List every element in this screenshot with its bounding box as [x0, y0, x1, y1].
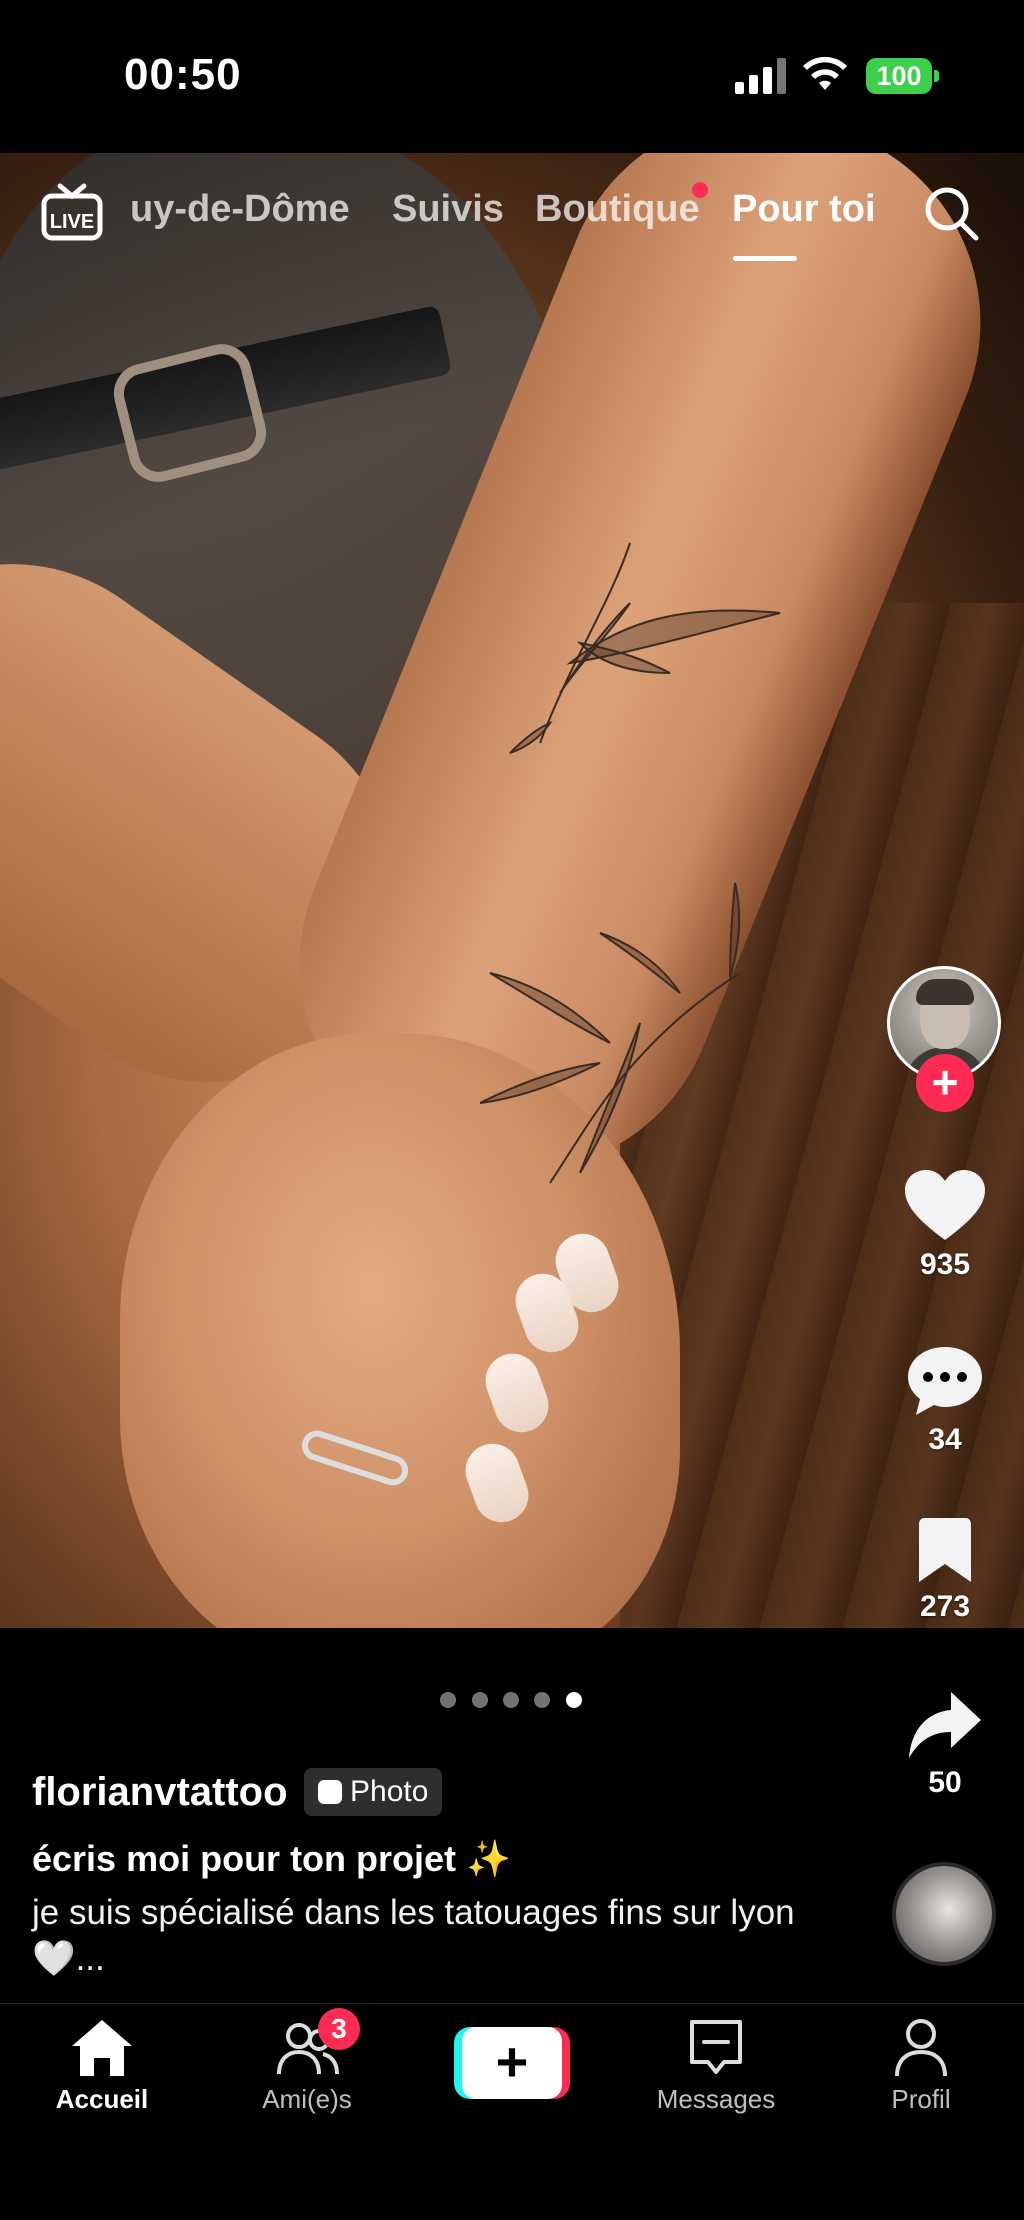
profile-icon — [895, 2019, 947, 2077]
comment-icon — [908, 1347, 982, 1415]
status-time: 00:50 — [124, 50, 242, 99]
nav-messages[interactable]: Messages — [636, 2018, 796, 2115]
plus-icon: + — [462, 2027, 562, 2099]
like-button[interactable]: 935 — [895, 1170, 995, 1282]
tab-for-you[interactable]: Pour toi — [732, 188, 876, 231]
nav-profile[interactable]: Profil — [841, 2018, 1001, 2115]
post-title: écris moi pour ton projet ✨ — [32, 1838, 511, 1879]
heart-icon — [905, 1170, 985, 1240]
tab-following[interactable]: Suivis — [392, 188, 504, 231]
active-tab-indicator — [733, 256, 797, 261]
carousel-dot[interactable] — [503, 1692, 519, 1708]
save-button[interactable]: 273 — [895, 1518, 995, 1624]
nav-friends-label: Ami(e)s — [262, 2084, 352, 2114]
post-photo[interactable] — [0, 153, 1024, 1628]
carousel-dot[interactable] — [472, 1692, 488, 1708]
comment-button[interactable]: 34 — [895, 1345, 995, 1457]
battery-level: 100 — [876, 61, 922, 91]
carousel-dot[interactable] — [534, 1692, 550, 1708]
messages-icon — [690, 2020, 742, 2074]
like-count: 935 — [919, 1248, 971, 1281]
battery-icon: 100 — [866, 58, 939, 94]
shop-notification-dot — [692, 182, 708, 198]
share-button[interactable]: 50 — [895, 1690, 995, 1800]
status-bar: 00:50 100 — [0, 0, 1024, 153]
photo-badge-label: Photo — [350, 1775, 429, 1808]
home-icon — [72, 2020, 132, 2076]
nav-home-label: Accueil — [55, 2084, 149, 2114]
nav-tabs: uy-de-Dôme Suivis Boutique Pour toi — [120, 188, 890, 248]
nav-friends[interactable]: Ami(e)s — [227, 2018, 387, 2115]
photo-icon — [318, 1780, 342, 1804]
top-nav: LIVE uy-de-Dôme Suivis Boutique Pour toi — [0, 160, 1024, 270]
carousel-dot-active[interactable] — [566, 1692, 582, 1708]
create-button[interactable]: + — [454, 2027, 570, 2099]
friends-notification-badge: 3 — [318, 2008, 360, 2050]
nav-messages-label: Messages — [656, 2084, 776, 2114]
svg-text:LIVE: LIVE — [50, 211, 94, 233]
comment-count: 34 — [928, 1423, 962, 1456]
post-description[interactable]: je suis spécialisé dans les tatouages fi… — [32, 1890, 872, 1982]
tab-location[interactable]: uy-de-Dôme — [130, 188, 350, 231]
share-icon — [909, 1692, 981, 1758]
carousel-dot[interactable] — [440, 1692, 456, 1708]
nav-home[interactable]: Accueil — [22, 2018, 182, 2115]
music-disc[interactable] — [892, 1862, 996, 1966]
bookmark-icon — [919, 1518, 971, 1582]
post-caption: florianvtattoo Photo écris moi pour ton … — [32, 1768, 872, 1982]
search-icon[interactable] — [922, 184, 980, 242]
wifi-icon — [803, 56, 847, 90]
share-count: 50 — [928, 1766, 962, 1799]
carousel-dots — [440, 1692, 600, 1710]
follow-button[interactable]: + — [916, 1054, 974, 1112]
live-tv-icon[interactable]: LIVE — [40, 180, 104, 244]
save-count: 273 — [919, 1590, 971, 1623]
tab-shop[interactable]: Boutique — [535, 188, 700, 231]
nav-profile-label: Profil — [891, 2084, 951, 2114]
author-username[interactable]: florianvtattoo — [32, 1770, 288, 1815]
signal-icon — [735, 58, 786, 94]
photo-badge: Photo — [304, 1768, 443, 1816]
tattoo-leaves — [480, 542, 781, 1184]
